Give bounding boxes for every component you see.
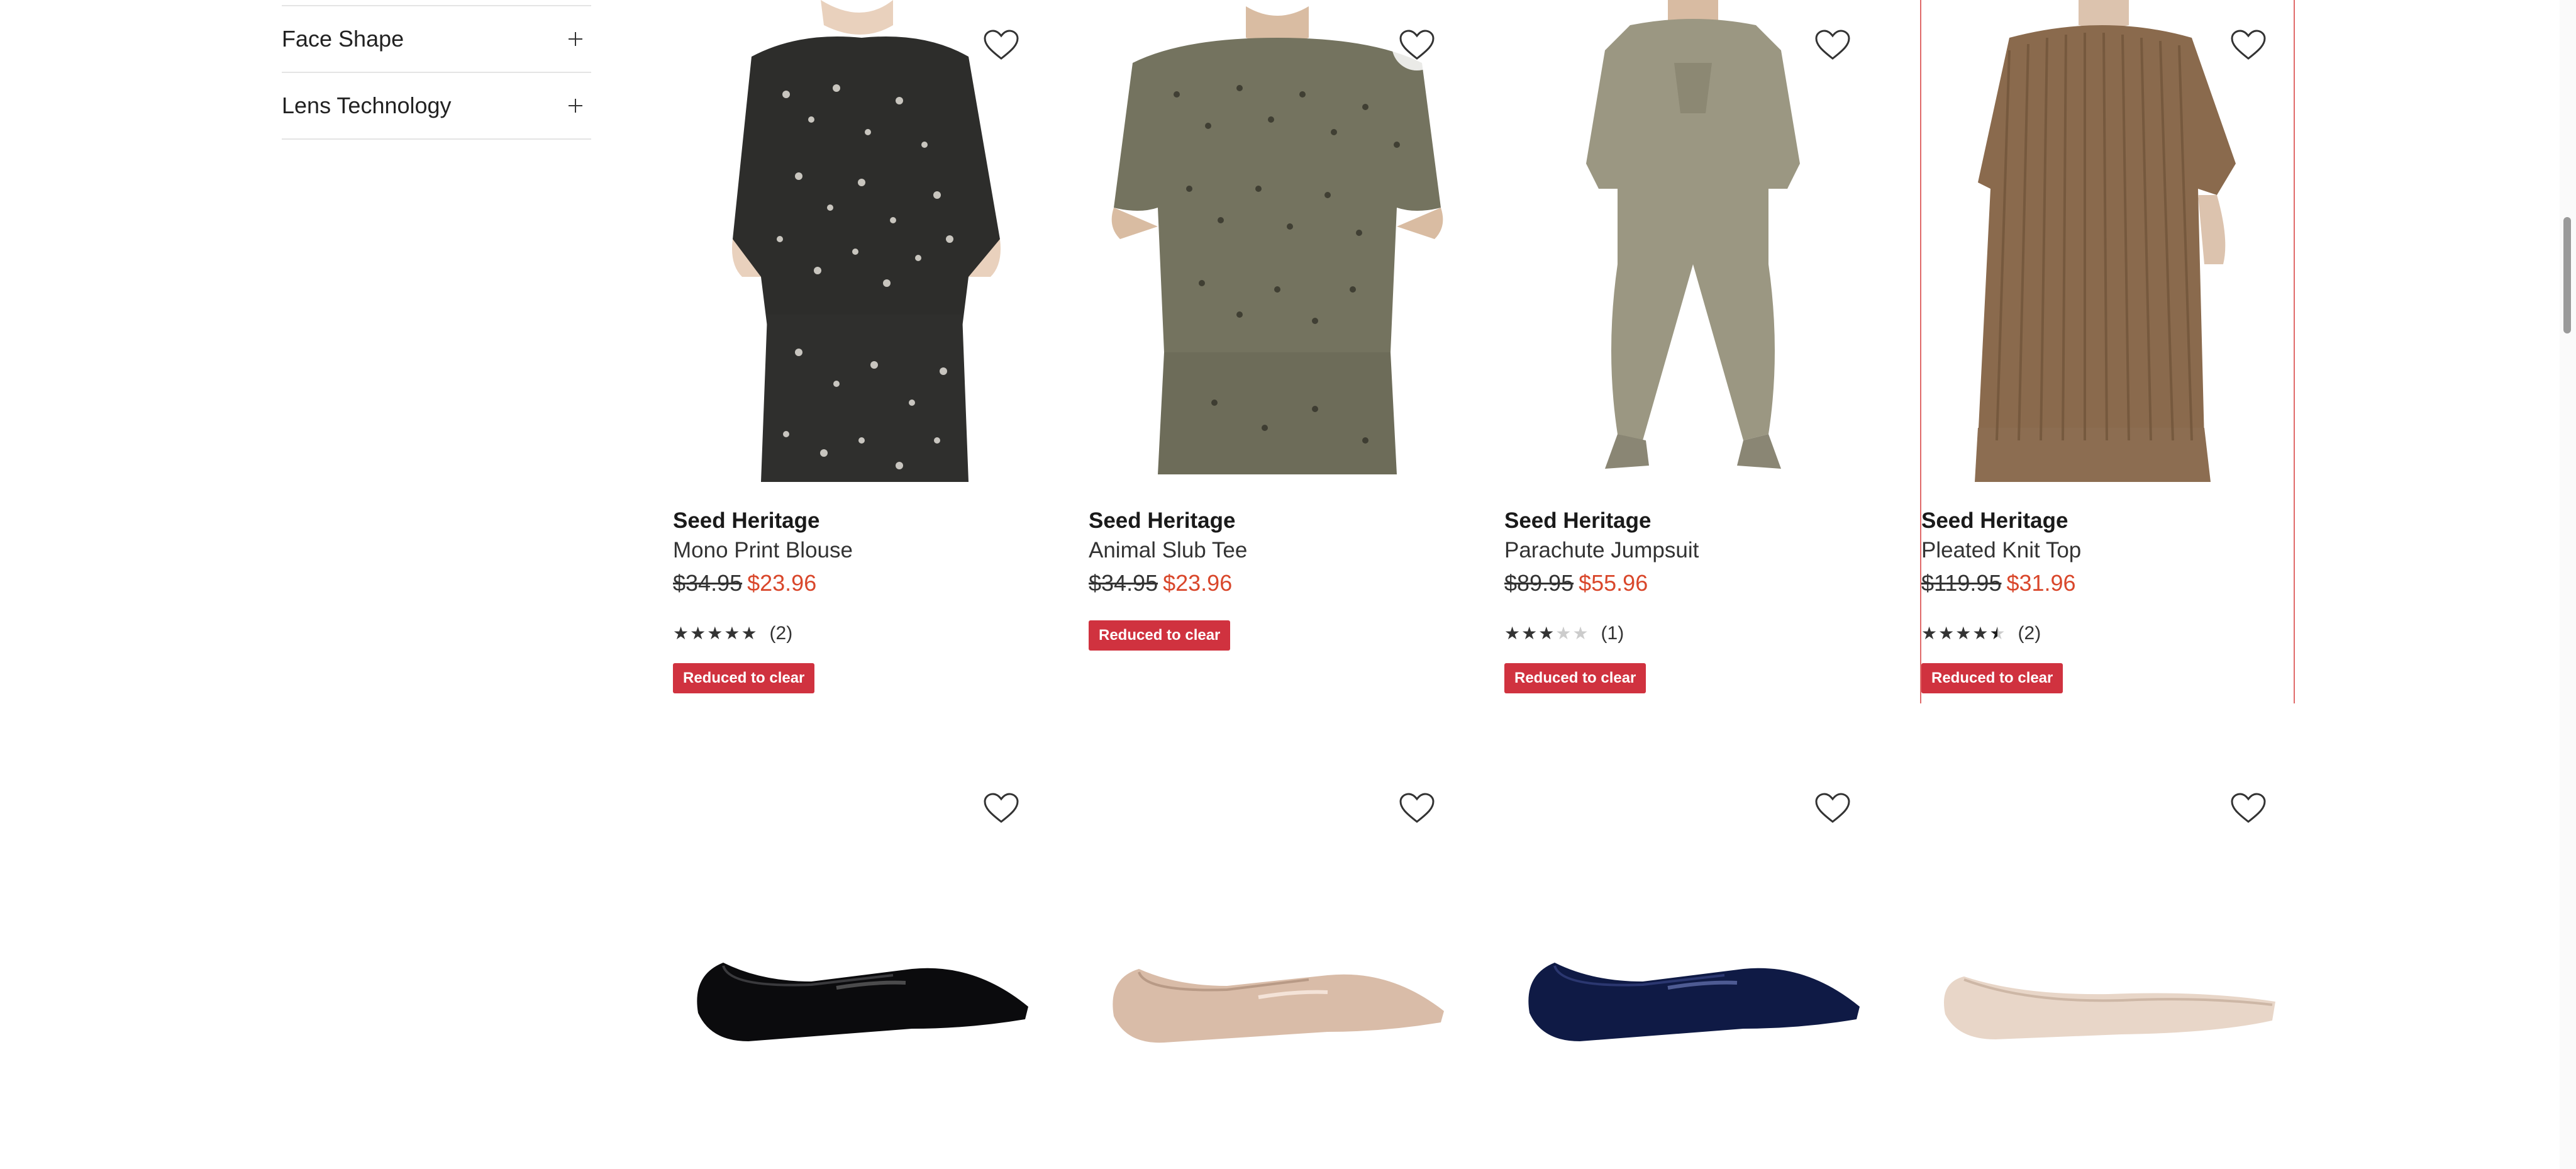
- filter-face-shape[interactable]: Face Shape: [282, 5, 591, 72]
- product-brand: Seed Heritage: [673, 508, 820, 533]
- star-icon: ★: [673, 624, 689, 643]
- wishlist-button[interactable]: [976, 783, 1026, 834]
- star-icon: ★: [707, 624, 723, 643]
- product-image[interactable]: [686, 937, 1038, 1051]
- product-brand: Seed Heritage: [1921, 508, 2068, 533]
- product-image[interactable]: [1504, 0, 1879, 482]
- product-price: $89.95 $55.96: [1504, 570, 1648, 596]
- product-brand: Seed Heritage: [1504, 508, 1652, 533]
- filters-sidebar: Face Shape Lens Technology: [282, 5, 591, 140]
- heart-outline-icon: [2231, 793, 2266, 823]
- product-rating: ★ ★ ★ ★ ★ (2): [1921, 623, 2041, 644]
- filter-label: Face Shape: [282, 26, 404, 52]
- sale-price: $23.96: [1163, 570, 1233, 596]
- star-icon: ★: [1538, 624, 1555, 643]
- product-image[interactable]: [1517, 937, 1869, 1051]
- product-card[interactable]: Seed Heritage Mono Print Blouse $34.95 $2…: [673, 0, 1048, 705]
- star-icon: ★: [1989, 624, 2006, 643]
- product-card[interactable]: Seed Heritage Animal Slub Tee $34.95 $23.…: [1089, 0, 1463, 705]
- star-icon: ★: [741, 624, 757, 643]
- review-count[interactable]: (2): [770, 623, 793, 644]
- wishlist-button[interactable]: [2223, 783, 2273, 834]
- sale-badge: Reduced to clear: [673, 663, 815, 693]
- sale-price: $31.96: [2006, 570, 2076, 596]
- plus-icon[interactable]: [569, 99, 582, 113]
- star-icon: ★: [1955, 624, 1972, 643]
- original-price: $34.95: [673, 570, 743, 596]
- wishlist-button[interactable]: [1392, 783, 1442, 834]
- heart-outline-icon: [984, 793, 1019, 823]
- star-rating: ★ ★ ★ ★ ★: [1504, 625, 1589, 642]
- star-icon: ★: [1555, 624, 1572, 643]
- plus-icon[interactable]: [569, 32, 582, 46]
- product-image[interactable]: [1089, 0, 1463, 482]
- filter-label: Lens Technology: [282, 92, 452, 118]
- product-card[interactable]: [673, 780, 1048, 1169]
- original-price: $119.95: [1921, 570, 2002, 596]
- scrollbar-thumb[interactable]: [2563, 217, 2571, 333]
- product-card[interactable]: Seed Heritage Pleated Knit Top $119.95 $3…: [1920, 0, 2295, 703]
- wishlist-button[interactable]: [2223, 20, 2273, 70]
- wishlist-button[interactable]: [1807, 20, 1858, 70]
- star-rating: ★ ★ ★ ★ ★: [673, 625, 757, 642]
- product-image[interactable]: [1921, 0, 2294, 482]
- filter-lens-technology[interactable]: Lens Technology: [282, 72, 591, 140]
- star-icon: ★: [1921, 624, 1938, 643]
- product-name[interactable]: Pleated Knit Top: [1921, 538, 2081, 563]
- star-icon: ★: [690, 624, 706, 643]
- product-name[interactable]: Mono Print Blouse: [673, 538, 853, 563]
- star-icon: ★: [1572, 624, 1589, 643]
- heart-outline-icon: [984, 30, 1019, 60]
- product-rating: ★ ★ ★ ★ ★ (1): [1504, 623, 1624, 644]
- product-price: $34.95 $23.96: [673, 570, 816, 596]
- wishlist-button[interactable]: [976, 20, 1026, 70]
- product-price: $119.95 $31.96: [1921, 570, 2076, 596]
- star-icon: ★: [1972, 624, 1989, 643]
- heart-outline-icon: [1815, 793, 1850, 823]
- original-price: $34.95: [1089, 570, 1158, 596]
- sale-badge: Reduced to clear: [1089, 620, 1231, 651]
- product-card[interactable]: [1089, 780, 1463, 1169]
- original-price: $89.95: [1504, 570, 1574, 596]
- sale-price: $55.96: [1579, 570, 1648, 596]
- page-scrollbar[interactable]: [2560, 0, 2576, 1169]
- product-card[interactable]: [1504, 780, 1879, 1169]
- product-image[interactable]: [1101, 941, 1453, 1054]
- sale-price: $23.96: [747, 570, 817, 596]
- product-brand: Seed Heritage: [1089, 508, 1236, 533]
- star-icon: ★: [724, 624, 740, 643]
- product-image[interactable]: [673, 0, 1048, 482]
- heart-outline-icon: [1399, 793, 1435, 823]
- star-icon: ★: [1504, 624, 1521, 643]
- product-image[interactable]: [1933, 945, 2285, 1052]
- sale-badge: Reduced to clear: [1921, 663, 2063, 693]
- review-count[interactable]: (2): [2018, 623, 2041, 644]
- review-count[interactable]: (1): [1601, 623, 1624, 644]
- star-icon: ★: [1938, 624, 1955, 643]
- sale-badge: Reduced to clear: [1504, 663, 1646, 693]
- heart-outline-icon: [2231, 30, 2266, 60]
- product-card[interactable]: Seed Heritage Parachute Jumpsuit $89.95 $…: [1504, 0, 1879, 705]
- wishlist-button[interactable]: [1392, 20, 1442, 70]
- product-card[interactable]: [1920, 780, 2295, 1169]
- heart-outline-icon: [1399, 30, 1435, 60]
- product-price: $34.95 $23.96: [1089, 570, 1232, 596]
- star-icon: ★: [1521, 624, 1538, 643]
- product-name[interactable]: Animal Slub Tee: [1089, 538, 1247, 563]
- heart-outline-icon: [1815, 30, 1850, 60]
- wishlist-button[interactable]: [1807, 783, 1858, 834]
- star-rating: ★ ★ ★ ★ ★: [1921, 625, 2006, 642]
- product-rating: ★ ★ ★ ★ ★ (2): [673, 623, 792, 644]
- product-name[interactable]: Parachute Jumpsuit: [1504, 538, 1699, 563]
